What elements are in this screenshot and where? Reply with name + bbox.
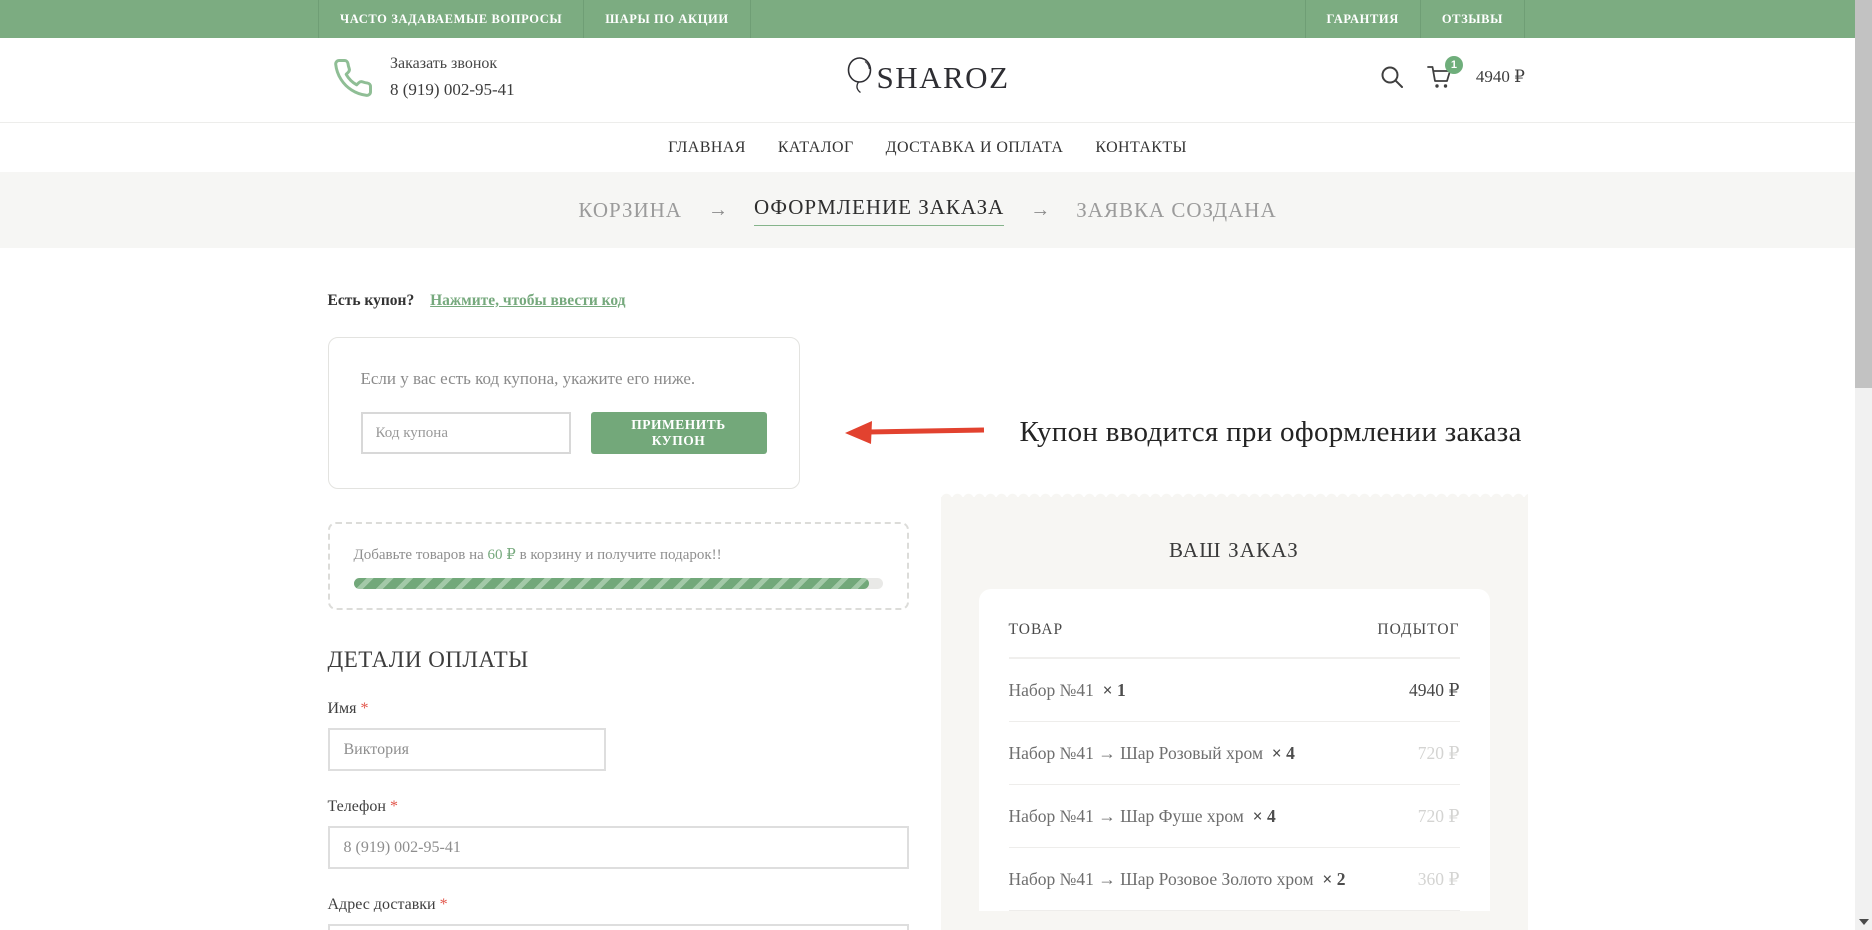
breadcrumb-step[interactable]: ОФОРМЛЕНИЕ ЗАКАЗА	[754, 195, 1004, 226]
nav-link[interactable]: КАТАЛОГ	[778, 139, 854, 157]
field-input-phone[interactable]	[328, 826, 909, 869]
gift-text-prefix: Добавьте товаров на	[354, 547, 484, 563]
balloon-icon	[844, 56, 874, 102]
order-row: Набор №41 → Шар Розовое Золото хром × 2 3…	[1009, 848, 1460, 911]
field-label: Адрес доставки*	[328, 896, 909, 914]
gift-amount: 60 ₽	[488, 547, 516, 563]
nav-link[interactable]: ГЛАВНАЯ	[668, 139, 746, 157]
breadcrumb-step[interactable]: КОРЗИНА	[578, 198, 682, 223]
gift-progress-box: Добавьте товаров на 60 ₽ в корзину и пол…	[328, 522, 909, 610]
topbar-link[interactable]: ГАРАНТИЯ	[1305, 0, 1420, 38]
callback-texts: Заказать звонок 8 (919) 002-95-41	[390, 52, 515, 103]
order-item-qty: × 1	[1103, 680, 1126, 700]
order-table-header: ТОВАР ПОДЫТОГ	[1009, 615, 1460, 659]
topbar-link[interactable]: ШАРЫ ПО АКЦИИ	[583, 0, 750, 38]
order-item-qty: × 2	[1322, 869, 1345, 889]
order-item-price: 4940 ₽	[1409, 680, 1460, 701]
coupon-controls: ПРИМЕНИТЬ КУПОН	[361, 412, 767, 454]
search-icon[interactable]	[1380, 65, 1404, 89]
billing-title: ДЕТАЛИ ОПЛАТЫ	[328, 647, 909, 673]
required-mark: *	[390, 798, 398, 815]
breadcrumb: КОРЗИНА → ОФОРМЛЕНИЕ ЗАКАЗА → ЗАЯВКА СОЗДАНА	[0, 172, 1855, 248]
order-item-name: Набор №41 → Шар Розовое Золото хром × 2	[1009, 865, 1346, 893]
field-label-text: Адрес доставки	[328, 896, 436, 913]
topbar-right: ГАРАНТИЯОТЗЫВЫ	[1305, 0, 1525, 38]
order-summary-panel: ВАШ ЗАКАЗ ТОВАР ПОДЫТОГ Набор №41 × 1 494…	[941, 497, 1528, 930]
main-content: Есть купон? Нажмите, чтобы ввести код Ес…	[0, 248, 1855, 930]
coupon-annotation: Купон вводится при оформлении заказа	[844, 416, 1522, 449]
field-label: Имя*	[328, 700, 909, 718]
order-row: Набор №41 × 1 4940 ₽	[1009, 659, 1460, 722]
field-input-name[interactable]	[328, 728, 606, 771]
field-input-address[interactable]	[328, 924, 909, 930]
gift-progress-fill	[354, 578, 870, 589]
scroll-down-arrow-icon	[1859, 919, 1869, 925]
order-item-name: Набор №41 → Шар Фуше хром × 4	[1009, 802, 1276, 830]
order-row: Набор №41 → Шар Фуше хром × 4 720 ₽	[1009, 785, 1460, 848]
coupon-row: Есть купон? Нажмите, чтобы ввести код	[328, 292, 909, 310]
coupon-hint: Если у вас есть код купона, укажите его …	[361, 369, 767, 389]
order-card: ТОВАР ПОДЫТОГ Набор №41 × 14940 ₽Набор №…	[979, 589, 1490, 911]
billing-field: Телефон*	[328, 798, 909, 869]
topbar-left: ЧАСТО ЗАДАВАЕМЫЕ ВОПРОСЫШАРЫ ПО АКЦИИ	[318, 0, 751, 38]
gift-text: Добавьте товаров на 60 ₽ в корзину и пол…	[354, 545, 883, 564]
gift-text-suffix: в корзину и получите подарок!!	[520, 547, 722, 563]
site-logo[interactable]: SHAROZ	[844, 56, 1009, 102]
order-item-price: 720 ₽	[1418, 806, 1460, 827]
field-label-text: Имя	[328, 700, 357, 717]
nav-link[interactable]: ДОСТАВКА И ОПЛАТА	[886, 139, 1064, 157]
phone-icon	[332, 57, 374, 99]
main-nav: ГЛАВНАЯ КАТАЛОГ ДОСТАВКА И ОПЛАТА КОНТАКТЫ	[0, 122, 1855, 172]
order-item-price: 720 ₽	[1418, 743, 1460, 764]
cart-total: 4940 ₽	[1476, 67, 1525, 87]
annotation-text: Купон вводится при оформлении заказа	[1020, 416, 1522, 449]
scrollbar-down-button[interactable]	[1855, 913, 1872, 930]
red-arrow-left-icon	[844, 420, 986, 446]
callback-label: Заказать звонок	[390, 52, 515, 77]
order-title: ВАШ ЗАКАЗ	[941, 497, 1528, 563]
cart-button[interactable]: 1	[1426, 64, 1454, 90]
checkout-page: ЧАСТО ЗАДАВАЕМЫЕ ВОПРОСЫШАРЫ ПО АКЦИИ ГА…	[0, 0, 1855, 930]
logo-text: SHAROZ	[876, 56, 1009, 100]
order-item-name: Набор №41 × 1	[1009, 676, 1126, 704]
field-label-text: Телефон	[328, 798, 386, 815]
page-scrollbar[interactable]	[1855, 0, 1872, 930]
coupon-toggle-link[interactable]: Нажмите, чтобы ввести код	[430, 292, 625, 309]
order-item-qty: × 4	[1272, 743, 1295, 763]
cart-count-badge: 1	[1445, 56, 1463, 74]
breadcrumb-arrow-icon: →	[1030, 199, 1050, 222]
topbar-link[interactable]: ОТЗЫВЫ	[1420, 0, 1525, 38]
column-subtotal: ПОДЫТОГ	[1377, 621, 1459, 639]
apply-coupon-button[interactable]: ПРИМЕНИТЬ КУПОН	[591, 412, 767, 454]
order-item-name: Набор №41 → Шар Розовый хром × 4	[1009, 739, 1295, 767]
breadcrumb-step[interactable]: ЗАЯВКА СОЗДАНА	[1076, 198, 1276, 223]
callback-block[interactable]: Заказать звонок 8 (919) 002-95-41	[332, 52, 515, 103]
billing-column: Есть купон? Нажмите, чтобы ввести код Ес…	[328, 248, 909, 930]
order-item-qty: × 4	[1253, 806, 1276, 826]
nav-link[interactable]: КОНТАКТЫ	[1095, 139, 1187, 157]
top-utility-bar: ЧАСТО ЗАДАВАЕМЫЕ ВОПРОСЫШАРЫ ПО АКЦИИ ГА…	[0, 0, 1855, 38]
topbar-link[interactable]: ЧАСТО ЗАДАВАЕМЫЕ ВОПРОСЫ	[318, 0, 583, 38]
site-header: Заказать звонок 8 (919) 002-95-41 SHAROZ	[0, 38, 1855, 122]
order-row: Набор №41 → Шар Розовый хром × 4 720 ₽	[1009, 722, 1460, 785]
coupon-form: Если у вас есть код купона, укажите его …	[328, 337, 800, 489]
header-actions: 1 4940 ₽	[1380, 64, 1525, 90]
billing-fields: Имя*Телефон*Адрес доставки*	[328, 700, 909, 930]
order-item-price: 360 ₽	[1418, 869, 1460, 890]
scrollbar-thumb[interactable]	[1855, 0, 1872, 388]
order-column: Купон вводится при оформлении заказа ВАШ…	[941, 248, 1528, 930]
required-mark: *	[440, 896, 448, 913]
breadcrumb-arrow-icon: →	[708, 199, 728, 222]
field-label: Телефон*	[328, 798, 909, 816]
billing-field: Имя*	[328, 700, 909, 771]
billing-field: Адрес доставки*	[328, 896, 909, 930]
header-phone-number: 8 (919) 002-95-41	[390, 77, 515, 103]
required-mark: *	[361, 700, 369, 717]
coupon-question: Есть купон?	[328, 292, 415, 309]
gift-progress-track	[354, 578, 883, 589]
coupon-code-input[interactable]	[361, 412, 571, 454]
order-rows: Набор №41 × 1 4940 ₽ Набор №41 → Шар Розов…	[1009, 659, 1460, 911]
column-product: ТОВАР	[1009, 621, 1064, 639]
